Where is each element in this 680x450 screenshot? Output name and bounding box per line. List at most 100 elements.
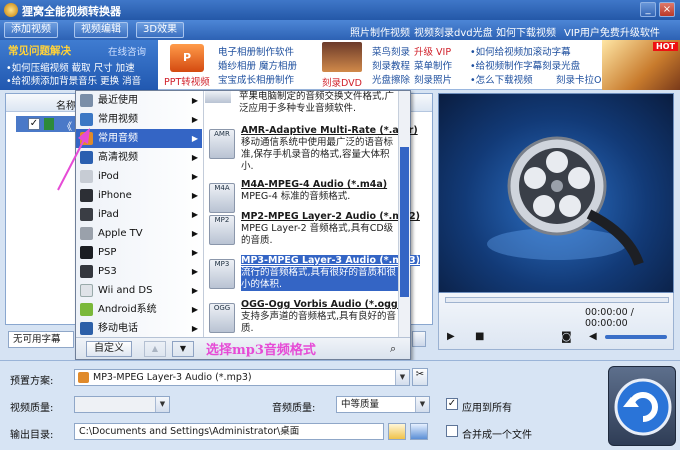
aiff-format-desc: 苹果电脑制定的音频交换文件格式,广泛应用于多种专业音频软件. [239, 91, 395, 114]
category-label: PSP [98, 247, 117, 258]
subtitle-settings-icon[interactable] [412, 331, 426, 347]
format-name: AMR-Adaptive Multi-Rate (*.amr) [241, 125, 418, 136]
download-video-link[interactable]: 如何下载视频 [496, 24, 556, 39]
add-video-button[interactable]: 添加视频 [4, 22, 58, 38]
clock-icon [80, 94, 93, 107]
chevron-down-icon[interactable]: ▼ [395, 370, 409, 385]
apply-all-label: 应用到所有 [462, 403, 512, 414]
volume-slider[interactable] [605, 335, 667, 339]
move-up-button[interactable]: ▲ [144, 341, 166, 357]
game-ad-image[interactable]: HOT [602, 40, 680, 90]
mp3-file-icon: MP3 [209, 259, 235, 289]
mp2-file-icon: MP2 [209, 215, 235, 245]
annotation-arrow-icon [57, 128, 90, 191]
format-desc: 流行的音频格式,具有很好的音质和很小的体积. [241, 267, 401, 291]
output-dir-input[interactable]: C:\Documents and Settings\Administrator\… [74, 423, 384, 440]
custom-button[interactable]: 自定义 [86, 341, 132, 357]
ps3-icon [80, 265, 93, 278]
seek-slider[interactable] [445, 297, 669, 303]
faq-title: 常见问题解决 [8, 45, 71, 57]
audio-quality-label: 音频质量: [272, 403, 316, 414]
online-help-link[interactable]: 在线咨询 [108, 44, 146, 58]
stop-icon[interactable]: ■ [475, 331, 484, 342]
format-ogg[interactable]: OGG OGG-Ogg Vorbis Audio (*.ogg) 支持多声道的音… [207, 297, 401, 337]
format-mp3[interactable]: MP3 MP3-MPEG Layer-3 Audio (*.mp3) 流行的音频… [207, 253, 420, 299]
file-row-checkbox[interactable]: ✓ [28, 118, 40, 130]
burn-tutorial-link[interactable]: 刻录教程 [372, 58, 410, 72]
chevron-right-icon: ▶ [191, 172, 198, 181]
vip-upgrade-link[interactable]: VIP用户免费升级软件 [564, 24, 660, 39]
baby-album-link[interactable]: 宝宝成长相册制作 [218, 72, 294, 86]
faq-item[interactable]: •给视频添加背景音乐 更换 消音 [6, 73, 141, 87]
close-button[interactable]: × [659, 2, 675, 17]
category-ps3[interactable]: PS3 ▶ [76, 262, 202, 281]
audio-quality-select[interactable]: 中等质量 ▼ [336, 396, 430, 413]
category-android[interactable]: Android系统 ▶ [76, 300, 202, 319]
minimize-button[interactable]: _ [640, 2, 656, 17]
move-down-button[interactable]: ▼ [172, 341, 194, 357]
3d-effect-button[interactable]: 3D效果 [136, 22, 185, 38]
category-wii-ds[interactable]: Wii and DS ▶ [76, 281, 202, 300]
photo-album-link[interactable]: 电子相册制作软件 [218, 44, 294, 58]
upgrade-vip-link[interactable]: 升级 VIP [414, 44, 451, 58]
video-quality-select[interactable]: ▼ [74, 396, 170, 413]
hot-badge: HOT [653, 42, 678, 51]
scroll-subtitle-link[interactable]: •如何给视频加滚动字幕 [470, 44, 571, 58]
format-list-scrollbar[interactable] [398, 91, 410, 337]
beginner-burn-link[interactable]: 菜鸟刻录 [372, 44, 410, 58]
disc-erase-link[interactable]: 光盘擦除 [372, 72, 410, 86]
category-mobile-phone[interactable]: 移动电话 ▶ [76, 319, 202, 335]
chevron-down-icon[interactable]: ▼ [155, 397, 169, 412]
merge-files-checkbox[interactable] [446, 425, 458, 437]
apply-all-checkbox[interactable]: ✓ [446, 398, 458, 410]
preset-settings-icon[interactable]: ✂ [412, 368, 428, 386]
category-recent[interactable]: 最近使用 ▶ [76, 91, 202, 110]
video-edit-button[interactable]: 视频编辑 [74, 22, 128, 38]
chevron-right-icon: ▶ [191, 305, 198, 314]
format-desc: MPEG Layer-2 音频格式,具有CD级的音质. [241, 223, 394, 246]
chevron-right-icon: ▶ [191, 210, 198, 219]
category-apple-tv[interactable]: Apple TV ▶ [76, 224, 202, 243]
format-amr[interactable]: AMR AMR-Adaptive Multi-Rate (*.amr) 移动通信… [207, 123, 418, 172]
ppt-to-video-ad[interactable]: P PPT转视频 [162, 44, 212, 88]
subtitle-burn-link[interactable]: •给视频制作字幕刻录光盘 [470, 58, 580, 72]
category-label: 常用视频 [98, 114, 138, 125]
menu-make-link[interactable]: 菜单制作 [414, 58, 452, 72]
subtitle-select[interactable]: 无可用字幕 [8, 331, 74, 348]
dvd-burn-ad[interactable]: 刻录DVD [318, 42, 366, 89]
faq-item[interactable]: •如何压缩视频 截取 尺寸 加速 [6, 60, 135, 74]
photo-video-link[interactable]: 照片制作视频 [350, 24, 410, 39]
name-column-header[interactable]: 名称 [56, 97, 76, 112]
format-desc: 移动通信系统中使用最广泛的语音标准,保存手机录音的格式,容量大体积小. [241, 137, 394, 172]
category-psp[interactable]: PSP ▶ [76, 243, 202, 262]
format-mp2[interactable]: MP2 MP2-MPEG Layer-2 Audio (*.mp2) MPEG … [207, 209, 420, 255]
format-name: MP2-MPEG Layer-2 Audio (*.mp2) [241, 211, 420, 222]
volume-icon[interactable]: ◀ [589, 331, 597, 342]
category-label: 移动电话 [98, 323, 138, 334]
wii-icon [80, 284, 93, 297]
preset-select[interactable]: MP3-MPEG Layer-3 Audio (*.mp3) ▼ [74, 369, 410, 386]
preset-select-value: MP3-MPEG Layer-3 Audio (*.mp3) [93, 372, 252, 383]
play-icon[interactable]: ▶ [447, 331, 455, 342]
format-desc: 支持多声道的音频格式,具有良好的音质. [241, 311, 397, 334]
dvd-burn-link[interactable]: 视频刻录dvd光盘 [414, 24, 493, 39]
wedding-album-link[interactable]: 婚纱相册 魔方相册 [218, 58, 297, 72]
karaoke-burn-link[interactable]: 刻录卡拉OK [556, 72, 608, 86]
search-icon[interactable]: ⌕ [390, 342, 396, 356]
folder-icon[interactable] [388, 423, 406, 440]
category-ipad[interactable]: iPad ▶ [76, 205, 202, 224]
open-folder-icon[interactable] [410, 423, 428, 440]
format-desc: MPEG-4 标准的音频格式. [241, 191, 351, 202]
how-download-link[interactable]: •怎么下载视频 [470, 72, 533, 86]
snapshot-icon[interactable]: ◙ [561, 330, 572, 343]
burn-photo-link[interactable]: 刻录照片 [414, 72, 452, 86]
app-logo-icon [4, 3, 18, 17]
chevron-right-icon: ▶ [191, 324, 198, 333]
ppt-label: PPT转视频 [164, 77, 210, 88]
ad-banner: 常见问题解决 在线咨询 •如何压缩视频 截取 尺寸 加速 •给视频添加背景音乐 … [0, 40, 680, 90]
chevron-down-icon[interactable]: ▼ [415, 397, 429, 412]
scrollbar-thumb[interactable] [400, 147, 409, 297]
convert-start-button[interactable] [608, 366, 676, 446]
faq-panel: 常见问题解决 在线咨询 •如何压缩视频 截取 尺寸 加速 •给视频添加背景音乐 … [0, 40, 158, 90]
subtitle-select-value: 无可用字幕 [13, 334, 61, 345]
